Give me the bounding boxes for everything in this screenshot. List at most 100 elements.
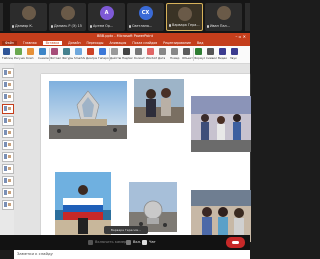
ribbon-label-8: Гиперссылка [98,56,109,60]
slide-thumbnail[interactable] [2,140,14,150]
notes-placeholder: Заметки к слайду [17,251,53,256]
ribbon-toolbar: ТаблицаРисунокКлип СнимокФотоальбомФигуры… [0,46,250,64]
participant-tile-partial [0,3,3,31]
slide-thumbnail[interactable] [2,188,14,198]
camera-button[interactable]: Включить камеру [88,238,128,247]
ribbon-label-17: Символ [206,56,217,60]
window-controls[interactable]: – ▫ ✕ [235,33,246,40]
mic-off-icon [207,24,209,28]
ribbon-button-6[interactable] [75,48,82,55]
ribbon-label-11: Колонтитулы [134,56,145,60]
slide-photo-sculpture[interactable] [129,182,177,232]
slide-thumbnail[interactable] [2,92,14,102]
slide-thumbnail[interactable] [2,68,14,78]
ribbon-label-2: Клип [26,56,34,60]
ribbon-label-18: Видео [218,56,228,60]
tab-review[interactable]: Рецензирование [163,41,191,45]
chat-icon [142,239,147,245]
tab-file[interactable]: Файл [2,41,17,45]
slide-thumbnail[interactable] [2,176,14,186]
ribbon-button-17[interactable] [207,48,214,55]
leave-call-button[interactable] [226,237,245,248]
ribbon-button-5[interactable] [63,48,70,55]
ribbon-button-3[interactable] [39,48,46,55]
ribbon-button-13[interactable] [159,48,166,55]
avatar [216,6,231,20]
mic-off-icon [12,24,14,28]
ribbon-button-12[interactable] [147,48,154,55]
chat-button[interactable]: Чат [142,238,156,247]
participant-tile-1[interactable]: Данияр К. [10,3,47,31]
participant-name: Артем Ор... [93,24,114,28]
ribbon-button-2[interactable] [27,48,34,55]
slide-canvas [14,64,251,248]
ribbon-button-1[interactable] [15,48,22,55]
slide-photo-group[interactable] [191,96,251,152]
ribbon-label-15: Объект [182,56,193,60]
tab-slideshow[interactable]: Показ слайдов [132,41,157,45]
avatar [21,6,36,20]
slide-thumbnail[interactable] [2,152,14,162]
ribbon-label-13: Дата [158,56,166,60]
ribbon-label-5: Фигуры [62,56,73,60]
ribbon-button-0[interactable] [3,48,10,55]
ribbon-label-3: Снимок [38,56,49,60]
mic-off-icon [90,24,92,28]
ribbon-button-15[interactable] [183,48,190,55]
tab-insert[interactable]: Вставка [42,41,63,45]
participant-tile-partial [245,3,250,31]
participant-tile-3[interactable]: А Артем Ор... [88,3,125,31]
mic-button[interactable]: Вкл. [126,238,141,247]
ribbon-button-11[interactable] [135,48,142,55]
ribbon-label-19: Звук [230,56,237,60]
ribbon-label-4: Фотоальбом [50,56,61,60]
ribbon-button-14[interactable] [171,48,178,55]
slide-thumbnail[interactable] [2,164,14,174]
participant-strip: Данияр К. Даниль Р (Э) 15 А Артем Ор... … [0,0,250,33]
ribbon-button-16[interactable] [195,48,202,55]
ribbon-label-1: Рисунок [14,56,25,60]
avatar: А [99,6,114,20]
ribbon-label-9: Действие [110,56,121,60]
mic-off-icon [51,24,53,28]
screen-share-banner[interactable]: Варвара Герасим... [104,226,148,234]
tab-transitions[interactable]: Переходы [87,41,104,45]
participant-name: Иван Пал... [210,24,230,28]
ribbon-button-18[interactable] [219,48,226,55]
slide-thumbnail[interactable] [2,128,14,138]
mic-off-icon [169,23,171,27]
ribbon-button-4[interactable] [51,48,58,55]
tab-home[interactable]: Главная [23,41,37,45]
slide-photo-flag[interactable] [55,172,111,238]
ribbon-label-16: Формула [194,56,205,60]
tab-design[interactable]: Дизайн [68,41,80,45]
slide-thumbnail[interactable] [2,200,14,210]
participant-tile-2[interactable]: Даниль Р (Э) 15 [49,3,86,31]
ribbon-button-10[interactable] [123,48,130,55]
ribbon-label-6: SmartArt [74,56,85,60]
camera-off-icon [88,239,93,245]
participant-tile-5[interactable]: Варвара Гера... [166,3,203,31]
ribbon-button-7[interactable] [87,48,94,55]
slide-photo-monument[interactable] [49,81,127,139]
avatar [177,7,192,21]
participant-tile-6[interactable]: Иван Пал... [205,3,242,31]
shared-screen: ВВВ.pptx - Microsoft PowerPoint – ▫ ✕ Фа… [0,33,251,259]
mic-off-icon [129,24,131,28]
participant-name: Даниль Р (Э) 15 [54,24,82,28]
ribbon-label-10: Надпись [122,56,133,60]
slide-thumbnail[interactable] [2,80,14,90]
ribbon-button-9[interactable] [111,48,118,55]
tab-animation[interactable]: Анимация [109,41,126,45]
ribbon-button-19[interactable] [231,48,238,55]
ribbon-button-8[interactable] [99,48,106,55]
slide-thumbnail[interactable] [2,116,14,126]
slide[interactable] [41,74,251,242]
slide-thumbnail-selected[interactable] [2,104,14,114]
tab-view[interactable]: Вид [197,41,203,45]
participant-name: Данияр К. [15,24,33,28]
ribbon-label-7: Диаграмма [86,56,97,60]
slide-photo-girls[interactable] [134,79,184,123]
participant-tile-4[interactable]: СХ Светлана... [127,3,164,31]
mic-icon [126,239,131,245]
